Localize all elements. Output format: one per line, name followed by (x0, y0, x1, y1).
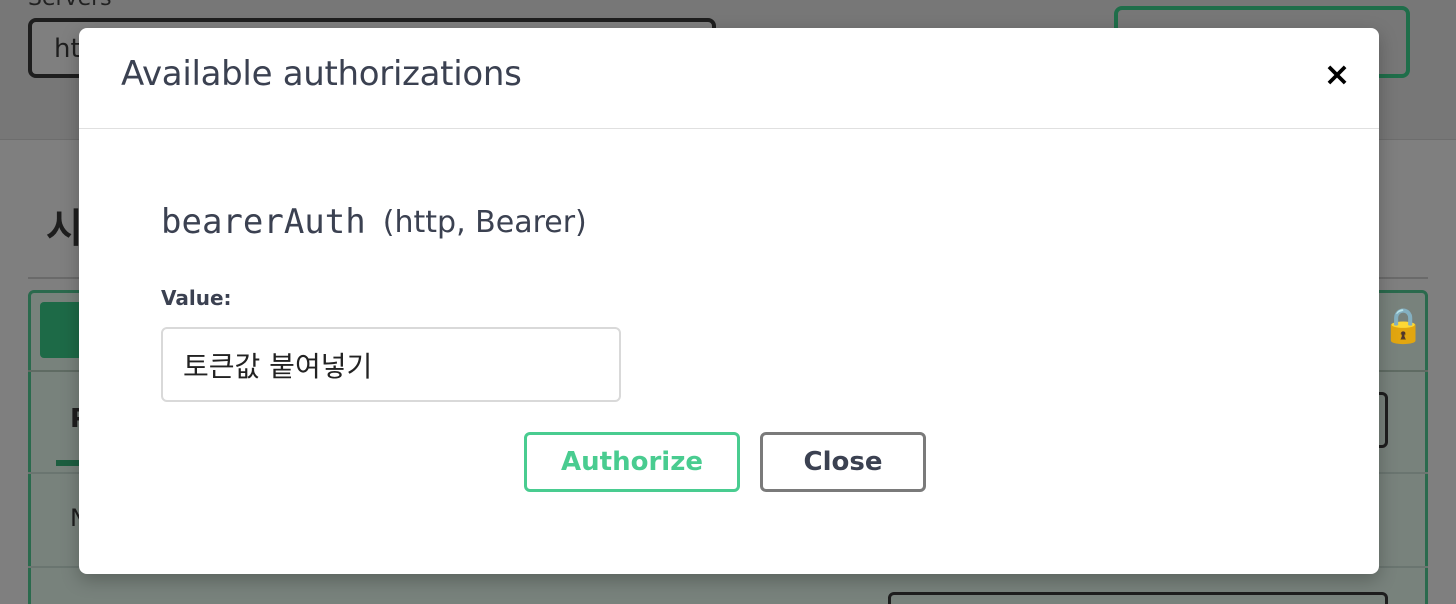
close-button[interactable]: Close (760, 432, 926, 492)
value-label: Value: (161, 286, 232, 310)
token-value-input[interactable] (161, 327, 621, 402)
servers-select-value: ht (54, 34, 81, 64)
modal-header: Available authorizations × (79, 28, 1379, 129)
authorization-modal: Available authorizations × bearerAuth (h… (79, 28, 1379, 574)
background-section-title: 시 (46, 206, 83, 252)
modal-title: Available authorizations (121, 54, 522, 94)
background-input (888, 592, 1388, 604)
auth-scheme-heading: bearerAuth (http, Bearer) (161, 202, 587, 242)
close-icon[interactable]: × (1319, 54, 1355, 94)
servers-label: Servers (28, 0, 112, 11)
auth-scheme-name: bearerAuth (161, 202, 366, 242)
authorize-button[interactable]: Authorize (524, 432, 740, 492)
lock-icon: 🔒 (1382, 306, 1425, 346)
auth-scheme-type: (http, Bearer) (382, 204, 587, 240)
